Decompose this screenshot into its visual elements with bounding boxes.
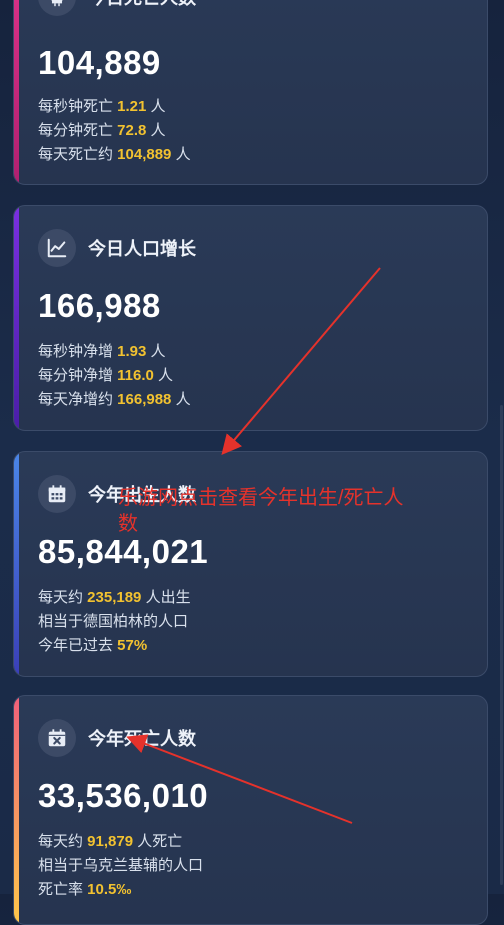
annotation-arrow-up	[221, 267, 381, 456]
annotation-arrows	[126, 267, 381, 824]
annotation-text: 乐游网点击查看今年出生/死亡人数	[118, 487, 404, 535]
annotation-arrow-down	[126, 734, 353, 824]
